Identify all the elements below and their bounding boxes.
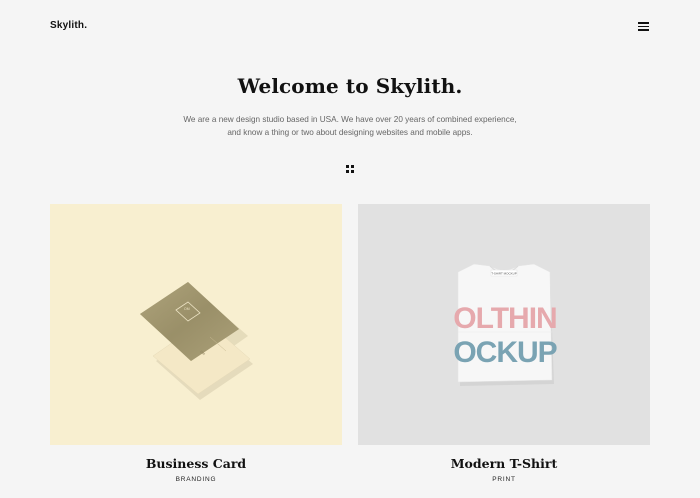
t-shirt-print-line-2: OCKUP: [453, 336, 556, 369]
business-card-image[interactable]: OM OM: [50, 204, 342, 445]
grid-square: [351, 165, 354, 168]
page-title: Welcome to Skylith.: [237, 74, 463, 98]
logo[interactable]: Skylith.: [50, 20, 87, 31]
page: Skylith. Welcome to Skylith. We are a ne…: [0, 0, 700, 498]
hero-description-line-1: We are a new design studio based in USA.…: [183, 115, 517, 124]
grid-square: [346, 165, 349, 168]
grid-square: [351, 170, 354, 173]
menu-bar: [638, 22, 649, 24]
portfolio-item-modern-t-shirt[interactable]: T-SHIRT MOCKUP OLTHIN OCKUP Modern T-Shi…: [358, 204, 650, 483]
portfolio-item-title[interactable]: Modern T-Shirt: [358, 456, 650, 471]
t-shirt-mockup: T-SHIRT MOCKUP OLTHIN OCKUP: [453, 263, 558, 386]
portfolio-item-category: BRANDING: [175, 476, 217, 483]
grid-square: [346, 170, 349, 173]
hamburger-menu-icon[interactable]: [638, 21, 650, 31]
card-logo-text: OM: [184, 307, 190, 311]
menu-bar: [638, 25, 649, 27]
t-shirt-image[interactable]: T-SHIRT MOCKUP OLTHIN OCKUP: [358, 204, 650, 445]
t-shirt-tag-text: T-SHIRT MOCKUP: [491, 271, 517, 275]
menu-bar: [638, 29, 649, 31]
portfolio-item-business-card[interactable]: OM OM Business Card BRANDING: [50, 204, 342, 483]
portfolio-item-title[interactable]: Business Card: [50, 456, 342, 471]
t-shirt-print-line-1: OLTHIN: [453, 302, 556, 335]
hero-description: We are a new design studio based in USA.…: [150, 114, 550, 139]
hero-description-line-2: and know a thing or two about designing …: [227, 127, 473, 137]
portfolio-item-category: PRINT: [492, 476, 516, 483]
business-card-mockup: OM OM: [140, 282, 253, 400]
grid-filter-icon[interactable]: [346, 165, 354, 173]
